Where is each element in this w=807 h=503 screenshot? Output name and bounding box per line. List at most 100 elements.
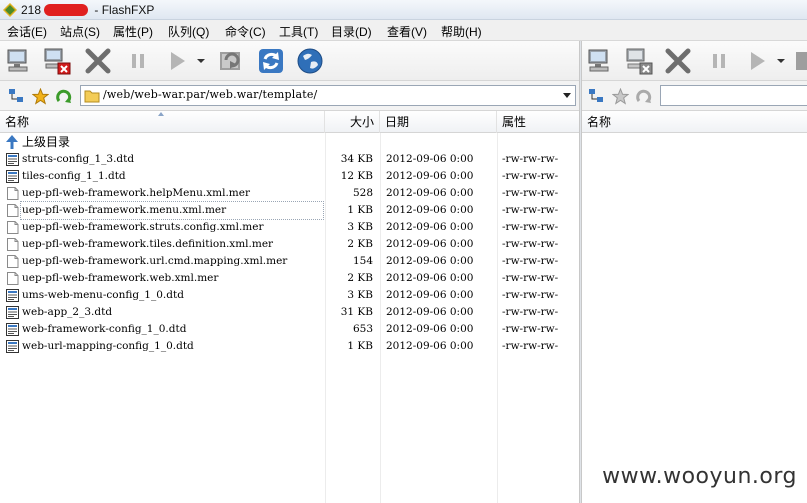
folder-icon xyxy=(84,90,100,103)
right-transfer-button[interactable] xyxy=(740,44,774,78)
file-date: 2012-09-06 0:00 xyxy=(386,340,474,352)
path-text: /web/web-war.par/web.war/template/ xyxy=(103,88,318,101)
menu-session[interactable]: 会话(E) xyxy=(7,23,47,40)
parent-directory-row[interactable]: 上级目录 xyxy=(0,134,579,151)
pause-button[interactable] xyxy=(121,44,155,78)
refresh-icon xyxy=(259,49,283,73)
path-dropdown-button[interactable] xyxy=(558,86,575,105)
connect-button[interactable] xyxy=(3,44,37,78)
right-address-bar xyxy=(582,81,807,111)
disconnect-icon xyxy=(626,48,653,75)
browser-button[interactable] xyxy=(293,44,327,78)
window-title: 218 - FlashFXP xyxy=(21,3,155,17)
menu-queue[interactable]: 队列(Q) xyxy=(168,23,209,40)
menu-directory[interactable]: 目录(D) xyxy=(331,23,372,40)
file-attributes: -rw-rw-rw- xyxy=(502,221,559,233)
table-row[interactable]: uep-pfl-web-framework.menu.xml.mer 1 KB 20… xyxy=(0,201,579,220)
menu-commands[interactable]: 命令(C) xyxy=(225,23,266,40)
column-attributes[interactable]: 属性 xyxy=(497,111,579,133)
abort-button[interactable] xyxy=(81,44,115,78)
table-row[interactable]: tiles-config_1_1.dtd 12 KB 2012-09-06 0:00… xyxy=(0,168,579,185)
file-name: uep-pfl-web-framework.tiles.definition.x… xyxy=(22,238,274,250)
file-attributes: -rw-rw-rw- xyxy=(502,272,559,284)
menu-help[interactable]: 帮助(H) xyxy=(441,23,482,40)
right-refresh-queue-button[interactable] xyxy=(792,44,807,78)
right-toolbar xyxy=(582,41,807,81)
table-row[interactable]: web-framework-config_1_0.dtd 653 2012-09-0… xyxy=(0,321,579,338)
star-icon xyxy=(611,87,629,105)
right-column-name[interactable]: 名称 xyxy=(582,111,807,133)
transfer-icon xyxy=(751,52,765,70)
column-size[interactable]: 大小 xyxy=(325,111,380,133)
disconnect-button[interactable] xyxy=(40,44,74,78)
file-date: 2012-09-06 0:00 xyxy=(386,238,474,250)
file-name: web-url-mapping-config_1_0.dtd xyxy=(22,340,194,352)
file-date: 2012-09-06 0:00 xyxy=(386,255,474,267)
file-attributes: -rw-rw-rw- xyxy=(502,323,559,335)
favorites-button[interactable] xyxy=(31,87,49,105)
right-path-input[interactable] xyxy=(660,85,807,106)
title-bar: 218 - FlashFXP xyxy=(0,0,807,20)
table-row[interactable]: uep-pfl-web-framework.struts.config.xml.… xyxy=(0,219,579,236)
column-date[interactable]: 日期 xyxy=(380,111,497,133)
right-parent-dir-button[interactable] xyxy=(635,87,653,105)
table-row[interactable]: uep-pfl-web-framework.helpMenu.xml.mer 52… xyxy=(0,185,579,202)
parent-dir-button[interactable] xyxy=(55,87,73,105)
right-pause-button[interactable] xyxy=(702,44,736,78)
refresh-button[interactable] xyxy=(254,44,288,78)
right-favorites-button[interactable] xyxy=(611,87,629,105)
table-row[interactable]: ums-web-menu-config_1_0.dtd 3 KB 2012-09-0… xyxy=(0,287,579,304)
tree-view-button[interactable] xyxy=(7,87,25,105)
table-row[interactable]: uep-pfl-web-framework.url.cmd.mapping.xm… xyxy=(0,253,579,270)
right-abort-button[interactable] xyxy=(661,44,695,78)
table-row[interactable]: uep-pfl-web-framework.tiles.definition.x… xyxy=(0,236,579,253)
menu-tools[interactable]: 工具(T) xyxy=(279,23,318,40)
abort-icon xyxy=(85,48,111,74)
star-icon xyxy=(31,87,49,105)
left-column-header: 名称 大小 日期 属性 xyxy=(0,111,579,133)
connect-icon xyxy=(7,49,28,72)
abort-icon xyxy=(665,48,691,74)
transfer-button[interactable] xyxy=(160,44,194,78)
menu-view[interactable]: 查看(V) xyxy=(387,23,427,40)
right-disconnect-button[interactable] xyxy=(622,44,656,78)
refresh-queue-button[interactable] xyxy=(214,44,248,78)
right-column-header: 名称 xyxy=(582,111,807,133)
transfer-dropdown-icon xyxy=(777,59,785,63)
left-pane: /web/web-war.par/web.war/template/ 名称 大小… xyxy=(0,41,579,503)
file-name: uep-pfl-web-framework.menu.xml.mer xyxy=(20,201,324,220)
table-row[interactable]: web-app_2_3.dtd 31 KB 2012-09-06 0:00 -rw-r… xyxy=(0,304,579,321)
table-row[interactable]: web-url-mapping-config_1_0.dtd 1 KB 2012-0… xyxy=(0,338,579,355)
path-input[interactable]: /web/web-war.par/web.war/template/ xyxy=(80,85,576,106)
transfer-icon xyxy=(171,52,185,70)
right-tree-view-button[interactable] xyxy=(587,87,605,105)
file-size: 2 KB xyxy=(347,238,373,250)
file-attributes: -rw-rw-rw- xyxy=(502,170,559,182)
table-row[interactable]: struts-config_1_3.dtd 34 KB 2012-09-06 0:0… xyxy=(0,151,579,168)
right-connect-button[interactable] xyxy=(584,44,618,78)
menu-sites[interactable]: 站点(S) xyxy=(60,23,100,40)
file-date: 2012-09-06 0:00 xyxy=(386,187,474,199)
blank-file-icon xyxy=(7,238,19,251)
transfer-dropdown-button[interactable] xyxy=(194,44,208,78)
file-name: tiles-config_1_1.dtd xyxy=(22,170,126,182)
connect-icon xyxy=(588,49,609,72)
dtd-file-icon xyxy=(6,170,19,183)
refresh-queue-icon xyxy=(796,52,807,70)
file-attributes: -rw-rw-rw- xyxy=(502,153,559,165)
green-up-arrow-icon xyxy=(55,89,71,103)
right-transfer-dropdown-button[interactable] xyxy=(774,44,788,78)
file-name: uep-pfl-web-framework.web.xml.mer xyxy=(22,272,219,284)
table-row[interactable]: uep-pfl-web-framework.web.xml.mer 2 KB 201… xyxy=(0,270,579,287)
file-size: 34 KB xyxy=(340,153,373,165)
file-size: 3 KB xyxy=(347,221,373,233)
flashfxp-app-icon[interactable] xyxy=(3,3,17,17)
menu-properties[interactable]: 属性(P) xyxy=(113,23,153,40)
file-size: 1 KB xyxy=(347,340,373,352)
chevron-down-icon xyxy=(562,93,571,98)
menu-bar: 会话(E) 站点(S) 属性(P) 队列(Q) 命令(C) 工具(T) 目录(D… xyxy=(0,20,807,41)
up-arrow-icon xyxy=(6,135,18,149)
file-size: 154 xyxy=(352,255,373,267)
file-size: 528 xyxy=(352,187,373,199)
file-size: 3 KB xyxy=(347,289,373,301)
